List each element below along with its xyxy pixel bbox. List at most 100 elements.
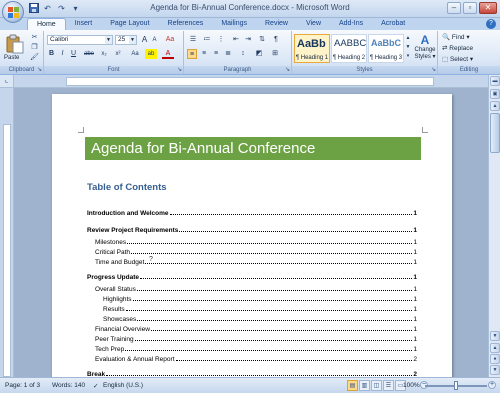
zoom-level[interactable]: 100%: [403, 382, 420, 389]
document-title[interactable]: Agenda for Bi-Annual Conference: [85, 137, 421, 160]
toc-entry[interactable]: Highlights 1: [103, 296, 417, 306]
toc-entry[interactable]: Overall Status 1: [95, 286, 417, 296]
copy-icon[interactable]: ❐: [30, 44, 39, 52]
split-handle-icon[interactable]: ▬: [490, 76, 500, 86]
language[interactable]: English (U.S.): [103, 382, 143, 389]
vertical-ruler[interactable]: [0, 88, 14, 377]
borders-icon[interactable]: ⊞: [269, 49, 281, 59]
strikethrough-button[interactable]: abe: [82, 49, 96, 59]
find-button[interactable]: 🔍 Find ▾: [442, 33, 470, 41]
clipboard-launcher-icon[interactable]: ↘: [37, 66, 42, 73]
word-count[interactable]: Words: 140: [52, 382, 85, 389]
zoom-slider-thumb[interactable]: [454, 381, 458, 390]
style-heading-2[interactable]: AABBC ¶ Heading 2: [331, 34, 367, 63]
zoom-slider[interactable]: [425, 381, 487, 390]
align-right-icon[interactable]: ≡: [211, 49, 221, 59]
shrink-font-button[interactable]: A: [150, 35, 159, 45]
underline-button[interactable]: U: [69, 49, 78, 59]
tab-selector-icon[interactable]: ⌞: [0, 75, 14, 88]
styles-launcher-icon[interactable]: ↘: [431, 66, 436, 73]
paste-button[interactable]: Paste: [4, 55, 19, 61]
font-name-select[interactable]: Calibri ▼: [47, 35, 113, 45]
toc-entry[interactable]: Progress Update 1: [87, 274, 417, 284]
document-page[interactable]: Agenda for Bi-Annual Conference Table of…: [52, 94, 452, 377]
toc-entry[interactable]: Results 1: [103, 306, 417, 316]
line-spacing-icon[interactable]: ↕: [237, 49, 249, 59]
justify-icon[interactable]: ≣: [223, 49, 233, 59]
close-button[interactable]: ✕: [479, 2, 497, 14]
style-heading-3[interactable]: AaBbC ¶ Heading 3: [368, 34, 404, 63]
toc-entry[interactable]: Evaluation & Annual Report 2: [95, 356, 417, 366]
subscript-button[interactable]: x₂: [98, 49, 110, 59]
tab-add-ins[interactable]: Add-Ins: [330, 18, 372, 30]
toc-entry[interactable]: Critical Path 1: [95, 249, 417, 259]
ruler-toggle-icon[interactable]: ▣: [490, 89, 500, 99]
align-left-icon[interactable]: ≡: [187, 49, 197, 59]
outline-icon[interactable]: ☰: [383, 380, 394, 391]
decrease-indent-icon[interactable]: ⇤: [231, 35, 241, 45]
grow-font-button[interactable]: A: [140, 35, 149, 45]
align-center-icon[interactable]: ≡: [199, 49, 209, 59]
scroll-up-icon[interactable]: ▲: [490, 101, 500, 111]
zoom-in-icon[interactable]: +: [488, 381, 496, 389]
increase-indent-icon[interactable]: ⇥: [243, 35, 253, 45]
tab-insert[interactable]: Insert: [66, 18, 102, 30]
minimize-button[interactable]: –: [447, 2, 461, 14]
help-icon[interactable]: ?: [486, 19, 496, 29]
print-layout-icon[interactable]: ▤: [347, 380, 358, 391]
paste-icon[interactable]: [6, 34, 24, 54]
tab-home[interactable]: Home: [27, 18, 66, 30]
tab-mailings[interactable]: Mailings: [212, 18, 256, 30]
full-screen-reading-icon[interactable]: ▥: [359, 380, 370, 391]
bold-button[interactable]: B: [47, 49, 56, 59]
toc-entry[interactable]: Milestones 1: [95, 239, 417, 249]
toc-entry[interactable]: Introduction and Welcome 1: [87, 210, 417, 220]
maximize-button[interactable]: ▫: [463, 2, 477, 14]
font-size-select[interactable]: 25 ▼: [115, 35, 137, 45]
toc-entry[interactable]: Review Project Requirements 1: [87, 227, 417, 237]
tab-page-layout[interactable]: Page Layout: [101, 18, 158, 30]
toc-entry[interactable]: Time and Budget 1: [95, 259, 417, 269]
format-painter-icon[interactable]: 🖌: [30, 54, 39, 62]
bullets-icon[interactable]: ☰: [187, 35, 199, 45]
cut-icon[interactable]: ✂: [30, 34, 39, 42]
web-layout-icon[interactable]: ◫: [371, 380, 382, 391]
font-launcher-icon[interactable]: ↘: [177, 66, 182, 73]
font-color-button[interactable]: A: [162, 49, 174, 59]
sort-icon[interactable]: ⇅: [257, 35, 267, 45]
superscript-button[interactable]: x²: [112, 49, 124, 59]
next-page-icon[interactable]: ▼: [490, 365, 500, 375]
toc-entry[interactable]: Financial Overview 1: [95, 326, 417, 336]
styles-scroll-icon[interactable]: ▲ ▼ ▾: [405, 34, 411, 62]
scroll-thumb[interactable]: [490, 113, 500, 153]
horizontal-ruler[interactable]: [14, 75, 488, 88]
multilevel-list-icon[interactable]: ⋮: [215, 35, 227, 45]
tab-review[interactable]: Review: [256, 18, 297, 30]
tab-view[interactable]: View: [297, 18, 330, 30]
replace-button[interactable]: ⇄ Replace: [442, 44, 473, 52]
toc-entry[interactable]: Tech Prep 1: [95, 346, 417, 356]
select-button[interactable]: ⬚ Select ▾: [442, 55, 473, 63]
highlight-button[interactable]: ab: [145, 49, 157, 59]
document-area[interactable]: Agenda for Bi-Annual Conference Table of…: [14, 88, 488, 377]
toc-entry[interactable]: Peer Training 1: [95, 336, 417, 346]
change-styles-button[interactable]: A Change Styles ▾: [412, 33, 438, 60]
clear-formatting-button[interactable]: Aa: [163, 35, 177, 45]
proofing-icon[interactable]: ✓: [93, 382, 98, 390]
toc-entry[interactable]: Showcases 1: [103, 316, 417, 326]
vertical-scrollbar[interactable]: ▬ ▣ ▲ ▼ ▲ ● ▼: [488, 75, 500, 377]
scroll-down-icon[interactable]: ▼: [490, 331, 500, 341]
style-heading-1[interactable]: AaBb ¶ Heading 1: [294, 34, 330, 63]
office-button[interactable]: [2, 1, 24, 23]
show-marks-icon[interactable]: ¶: [271, 35, 281, 45]
paragraph-launcher-icon[interactable]: ↘: [285, 66, 290, 73]
tab-references[interactable]: References: [159, 18, 213, 30]
shading-icon[interactable]: ◩: [253, 49, 265, 59]
tab-acrobat[interactable]: Acrobat: [372, 18, 414, 30]
italic-button[interactable]: I: [58, 49, 67, 59]
select-browse-object-icon[interactable]: ●: [490, 354, 500, 364]
change-case-button[interactable]: Aa: [128, 49, 142, 59]
toc-heading[interactable]: Table of Contents: [87, 182, 167, 193]
page-count[interactable]: Page: 1 of 3: [5, 382, 40, 389]
numbering-icon[interactable]: ≔: [201, 35, 213, 45]
